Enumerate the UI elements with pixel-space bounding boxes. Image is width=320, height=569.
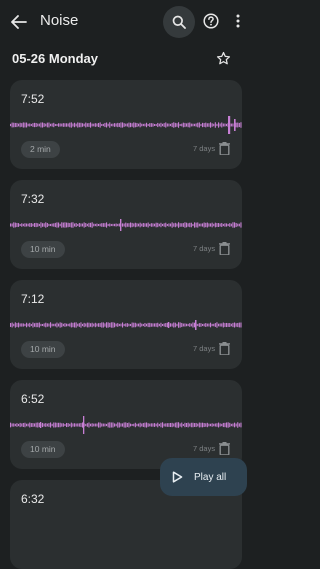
date-label: 05-26 Monday [12, 51, 98, 66]
trash-icon[interactable] [217, 340, 231, 357]
waveform[interactable] [10, 112, 242, 138]
app-bar: Noise [0, 0, 253, 44]
recording-time: 7:52 [21, 92, 45, 106]
search-icon[interactable] [163, 6, 195, 38]
recording-card[interactable]: 6:52 10 min 7 days [10, 380, 242, 469]
duration-chip: 2 min [21, 141, 60, 158]
more-vertical-icon[interactable] [231, 10, 245, 32]
trash-icon[interactable] [217, 140, 231, 157]
duration-chip: 10 min [21, 441, 65, 458]
play-outline-icon [172, 470, 186, 484]
recording-time: 6:32 [21, 492, 45, 506]
help-circle-icon[interactable] [201, 10, 221, 32]
recording-time: 6:52 [21, 392, 45, 406]
star-outline-icon[interactable] [213, 48, 233, 68]
recording-card[interactable]: 7:52 2 min 7 days [10, 80, 242, 169]
waveform[interactable] [10, 212, 242, 238]
trash-icon[interactable] [217, 440, 231, 457]
duration-chip: 10 min [21, 241, 65, 258]
retention-label: 7 days [193, 444, 216, 453]
retention-label: 7 days [193, 244, 216, 253]
recording-time: 7:32 [21, 192, 45, 206]
arrow-left-icon[interactable] [6, 9, 32, 35]
play-all-label: Play all [194, 471, 227, 483]
trash-icon[interactable] [217, 240, 231, 257]
date-header: 05-26 Monday [0, 46, 253, 72]
duration-chip: 10 min [21, 341, 65, 358]
recording-card[interactable]: 7:12 10 min 7 days [10, 280, 242, 369]
retention-label: 7 days [193, 344, 216, 353]
play-all-button[interactable]: Play all [160, 458, 247, 496]
waveform[interactable] [10, 312, 242, 338]
recording-card[interactable]: 7:32 10 min 7 days [10, 180, 242, 269]
recordings-list: 7:52 2 min 7 days 7:32 10 min 7 days 7:1… [0, 0, 253, 569]
retention-label: 7 days [193, 144, 216, 153]
recording-time: 7:12 [21, 292, 45, 306]
waveform[interactable] [10, 412, 242, 438]
app-title: Noise [40, 12, 79, 29]
